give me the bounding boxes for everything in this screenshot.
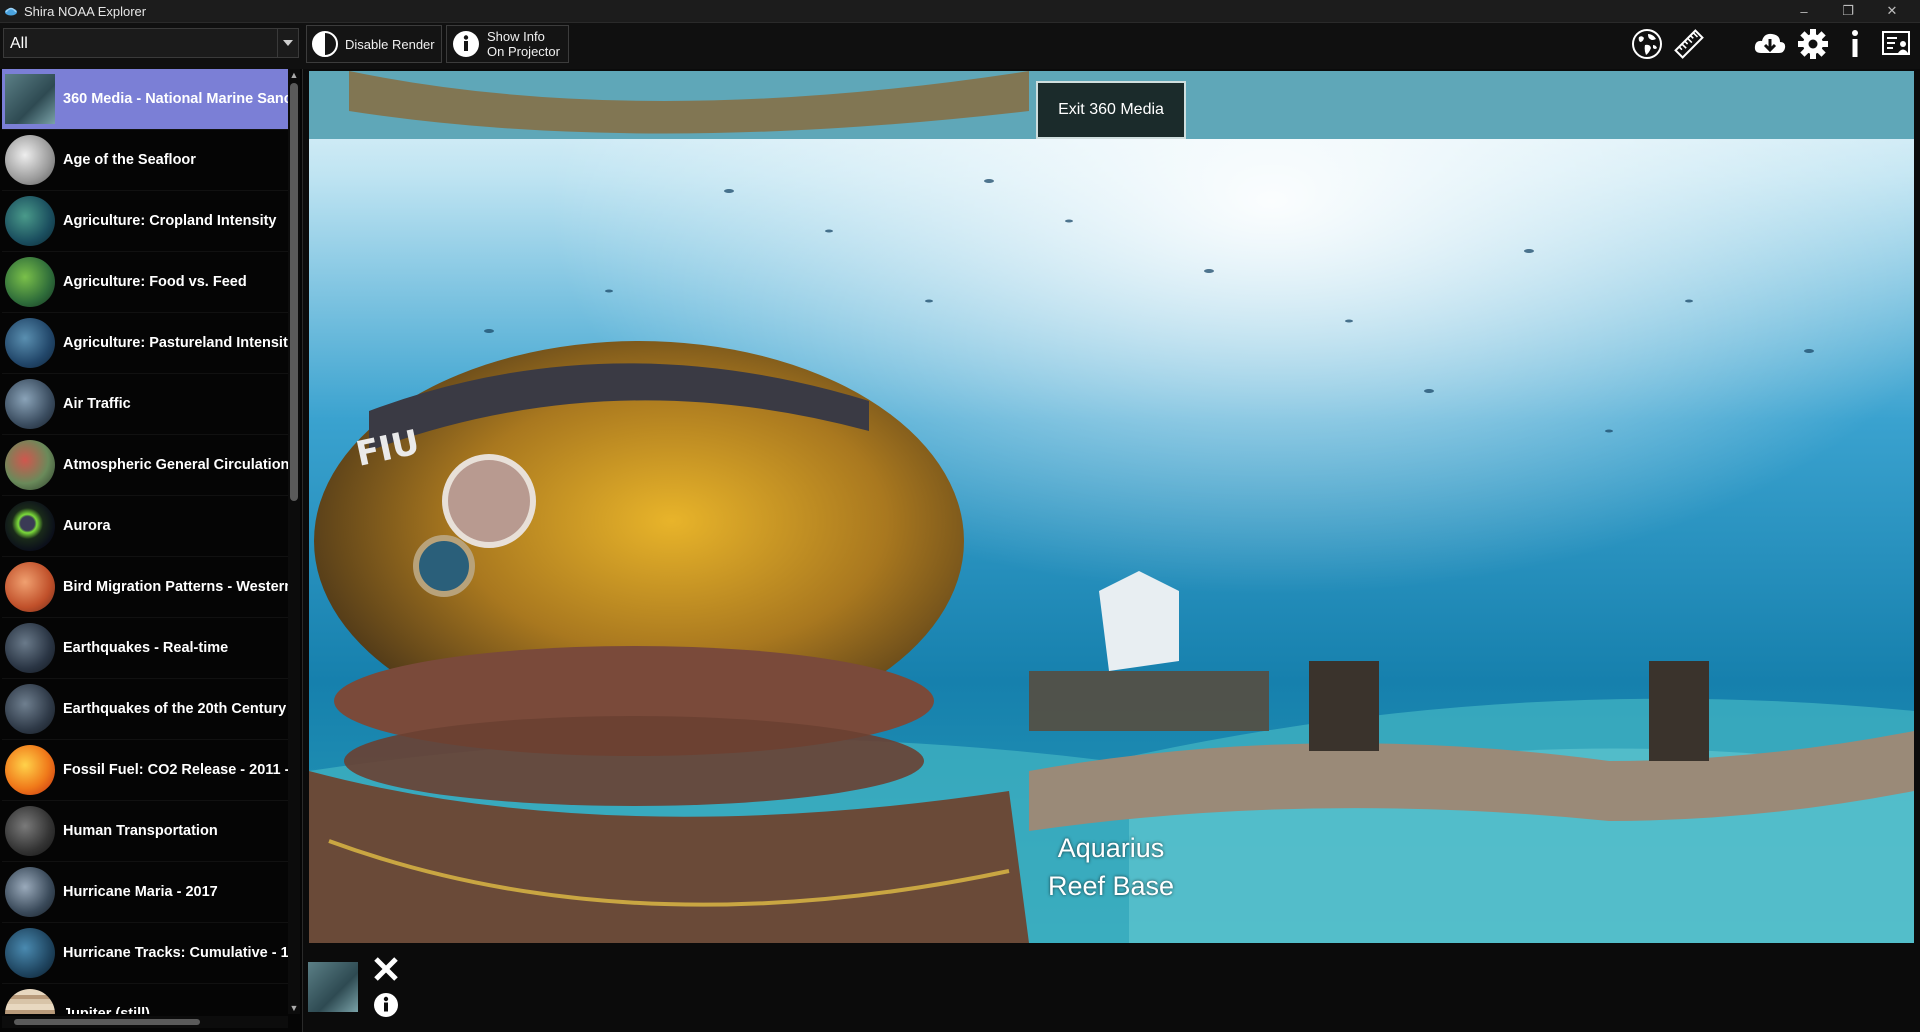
current-media-thumbnail[interactable] [308,962,358,1012]
presenter-icon [1882,31,1910,55]
list-item-label: Hurricane Maria - 2017 [63,884,218,900]
dataset-thumbnail [5,379,55,429]
dataset-thumbnail [5,257,55,307]
dataset-sidebar: 360 Media - National Marine Sanc Age of … [0,69,303,1032]
close-media-button[interactable] [371,954,401,984]
restore-button[interactable]: ❐ [1828,0,1868,22]
ruler-icon [1674,29,1704,59]
list-item[interactable]: Fossil Fuel: CO2 Release - 2011 - [2,740,288,801]
list-item[interactable]: Earthquakes - Real-time [2,618,288,679]
underwater-panorama-image: FIU [309,71,1914,943]
list-item-label: Age of the Seafloor [63,152,196,168]
disable-render-button[interactable]: Disable Render [306,25,442,63]
category-filter-dropdown[interactable]: All [3,28,299,58]
list-item[interactable]: Age of the Seafloor [2,130,288,191]
list-item-label: Atmospheric General Circulation [63,457,288,473]
list-item-label: Jupiter (still) [63,1006,151,1014]
globe-button[interactable] [1628,25,1666,63]
media-caption: Aquarius Reef Base [929,829,1293,905]
dataset-thumbnail [5,318,55,368]
dataset-thumbnail [5,562,55,612]
list-item-label: Agriculture: Pastureland Intensity [63,335,288,351]
caption-line2: Reef Base [1047,871,1175,901]
list-item-label: Air Traffic [63,396,131,412]
caption-line1: Aquarius [1057,833,1165,863]
info-i-icon [1852,30,1858,57]
list-item-label: Bird Migration Patterns - Western [63,579,288,595]
list-item-label: Agriculture: Cropland Intensity [63,213,277,229]
presenter-button[interactable] [1877,25,1915,63]
dataset-thumbnail [5,440,55,490]
media-controls-bar [305,950,1915,1032]
dataset-thumbnail [5,745,55,795]
list-item[interactable]: Aurora [2,496,288,557]
close-icon [374,957,398,981]
list-item-label: Aurora [63,518,111,534]
media-info-button[interactable] [371,990,401,1020]
scroll-down-icon[interactable]: ▼ [288,1002,300,1014]
scrollbar-thumb[interactable] [290,83,298,501]
cloud-download-icon [1754,33,1786,53]
list-item-label: Earthquakes of the 20th Century [63,701,287,717]
cloud-download-button[interactable] [1751,25,1789,63]
dataset-thumbnail [5,196,55,246]
list-item[interactable]: Earthquakes of the 20th Century [2,679,288,740]
list-item-label: Fossil Fuel: CO2 Release - 2011 - [63,762,288,778]
minimize-button[interactable]: – [1784,0,1824,22]
scroll-up-icon[interactable]: ▲ [288,69,300,81]
list-item[interactable]: Agriculture: Cropland Intensity [2,191,288,252]
ruler-button[interactable] [1670,25,1708,63]
panorama-viewer[interactable]: FIU Exit 360 Media Aquarius Reef Base [309,71,1914,943]
scrollbar-thumb[interactable] [14,1019,200,1025]
settings-button[interactable] [1794,25,1832,63]
list-item[interactable]: Jupiter (still) [2,984,288,1014]
globe-icon [1632,29,1662,59]
dataset-thumbnail [5,501,55,551]
list-item[interactable]: Atmospheric General Circulation [2,435,288,496]
list-item[interactable]: Air Traffic [2,374,288,435]
list-item[interactable]: Hurricane Tracks: Cumulative - 19 [2,923,288,984]
list-item[interactable]: Bird Migration Patterns - Western [2,557,288,618]
dataset-thumbnail [5,623,55,673]
window-title: Shira NOAA Explorer [24,4,147,19]
list-item-label: Hurricane Tracks: Cumulative - 19 [63,945,288,961]
disable-render-label: Disable Render [345,36,435,52]
dataset-thumbnail [5,806,55,856]
dataset-thumbnail [5,867,55,917]
list-item[interactable]: Human Transportation [2,801,288,862]
dataset-thumbnail [5,989,55,1014]
show-info-label-line1: Show Info [487,29,545,44]
info-button[interactable] [1836,25,1874,63]
dataset-thumbnail [5,928,55,978]
show-info-on-projector-button[interactable]: Show Info On Projector [446,25,569,63]
list-item[interactable]: Agriculture: Pastureland Intensity [2,313,288,374]
list-item-label: 360 Media - National Marine Sanc [63,91,288,107]
vertical-scrollbar[interactable]: ▲ ▼ [288,69,300,1014]
app-icon [5,7,17,16]
close-button[interactable]: ✕ [1872,0,1912,22]
list-item[interactable]: Hurricane Maria - 2017 [2,862,288,923]
dataset-thumbnail [5,135,55,185]
list-item[interactable]: 360 Media - National Marine Sanc [2,69,288,130]
info-icon [374,993,398,1017]
title-bar: Shira NOAA Explorer – ❐ ✕ [0,0,1920,23]
list-item-label: Agriculture: Food vs. Feed [63,274,247,290]
toolbar: All Disable Render Show Info On Projecto… [0,23,1920,69]
list-item[interactable]: Agriculture: Food vs. Feed [2,252,288,313]
list-item-label: Human Transportation [63,823,218,839]
horizontal-scrollbar[interactable] [2,1016,288,1028]
dataset-thumbnail [5,74,55,124]
show-info-label-line2: On Projector [487,44,560,59]
exit-360-media-button[interactable]: Exit 360 Media [1036,81,1186,139]
dataset-thumbnail [5,684,55,734]
dataset-list[interactable]: 360 Media - National Marine Sanc Age of … [2,69,288,1014]
gear-icon [1798,29,1828,59]
category-filter-value: All [10,35,28,52]
chevron-down-icon [277,29,298,57]
list-item-label: Earthquakes - Real-time [63,640,229,656]
info-icon [453,31,479,57]
contrast-icon [312,31,338,57]
